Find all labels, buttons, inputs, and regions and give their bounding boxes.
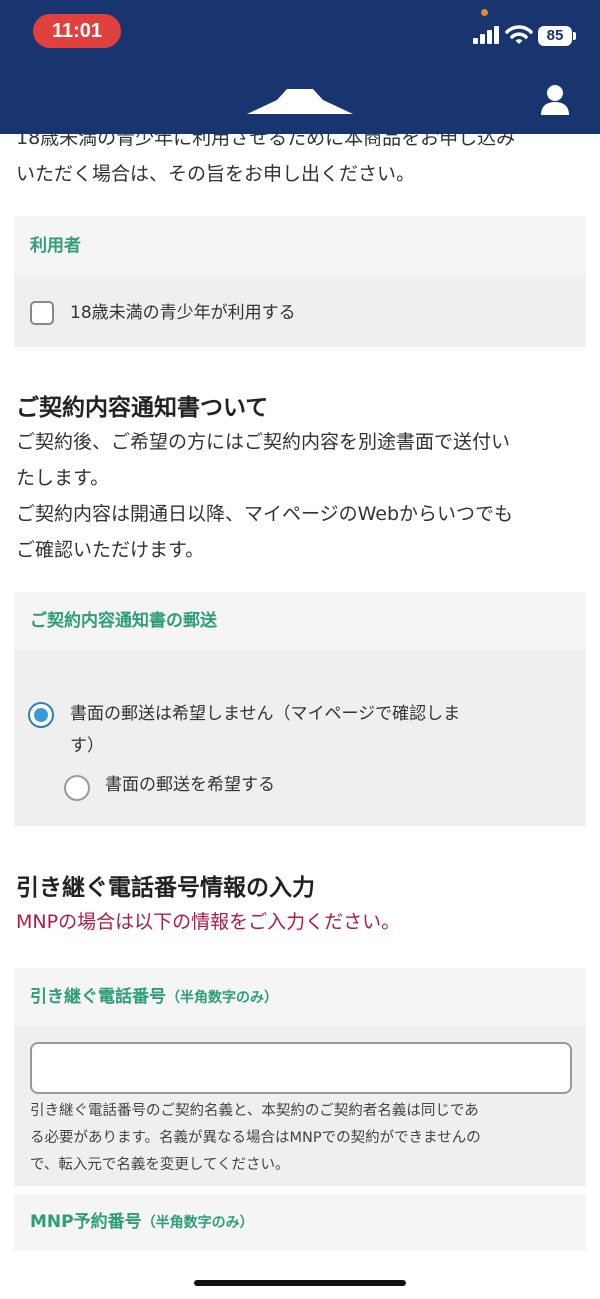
user-panel-heading: 利用者 xyxy=(14,216,586,276)
app-header: 11:01 85 xyxy=(0,0,600,134)
home-indicator[interactable] xyxy=(194,1280,406,1286)
minor-user-checkbox[interactable] xyxy=(30,301,54,325)
wifi-icon xyxy=(505,25,533,44)
phone-section-title: 引き継ぐ電話番号情報の入力 xyxy=(16,875,315,901)
status-time: 11:01 xyxy=(33,14,121,48)
transfer-phone-input[interactable] xyxy=(30,1042,572,1094)
minor-user-checkbox-label[interactable]: 18歳未満の青少年が利用する xyxy=(70,297,296,329)
phone-panel-heading: 引き継ぐ電話番号（半角数字のみ） xyxy=(14,968,586,1026)
mail-option-label[interactable]: 書面の郵送を希望する xyxy=(105,769,275,801)
mail-radio[interactable] xyxy=(64,775,90,801)
mnp-number-panel-heading: MNP予約番号（半角数字のみ） xyxy=(14,1194,586,1250)
battery-indicator: 85 xyxy=(538,26,572,46)
contract-notice-title: ご契約内容通知書ついて xyxy=(16,395,269,421)
user-panel-body: 18歳未満の青少年が利用する xyxy=(14,276,586,347)
mail-panel-body: 書面の郵送は希望しません（マイページで確認しま す） 書面の郵送を希望する xyxy=(14,650,586,826)
phone-panel-body: 引き継ぐ電話番号のご契約名義と、本契約のご契約者名義は同じであ る必要があります… xyxy=(14,1026,586,1186)
mail-panel-heading: ご契約内容通知書の郵送 xyxy=(14,592,586,650)
phone-help-text: 引き継ぐ電話番号のご契約名義と、本契約のご契約者名義は同じであ る必要があります… xyxy=(30,1103,481,1173)
mnp-note: MNPの場合は以下の情報をご入力ください。 xyxy=(16,911,401,933)
mountain-logo-icon[interactable] xyxy=(247,84,353,116)
no-mail-option-label[interactable]: 書面の郵送は希望しません（マイページで確認しま す） xyxy=(70,698,540,762)
privacy-indicator-dot xyxy=(481,9,488,16)
person-icon[interactable] xyxy=(540,84,570,116)
cellular-signal-icon xyxy=(473,26,499,44)
contract-notice-text: ご契約後、ご希望の方にはご契約内容を別途書面で送付い たします。 ご契約内容は開… xyxy=(16,431,514,561)
battery-cap xyxy=(573,32,576,40)
no-mail-radio[interactable] xyxy=(28,702,54,728)
